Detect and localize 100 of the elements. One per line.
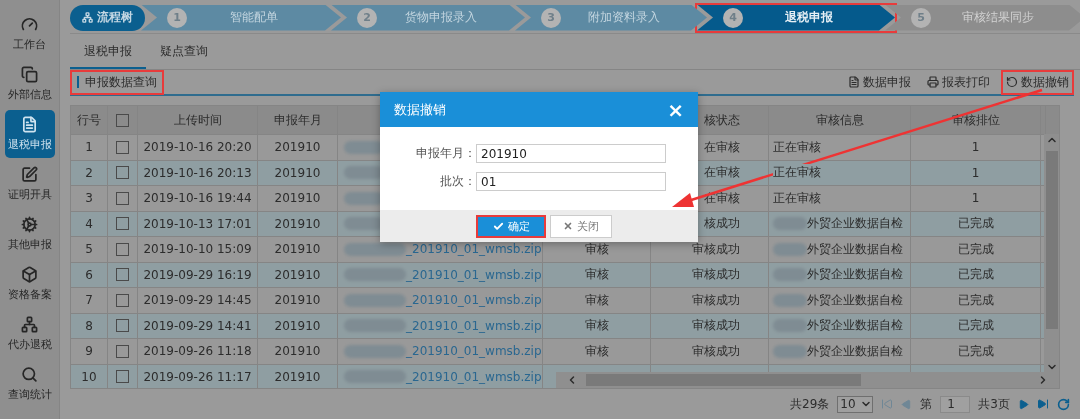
table-cell: 外贸企业数据自检 [807,266,903,284]
table-cell: 已完成 [957,266,994,284]
checkbox[interactable] [116,293,129,307]
edit-icon [21,166,38,183]
table-cell: 外贸企业数据自检 [807,240,903,258]
gear-icon [21,216,38,233]
page-label: 第 [920,395,933,413]
table-cell: 4 [85,216,93,231]
last-page-icon[interactable] [1037,398,1049,410]
sidebar-item[interactable]: 证明开具 [4,160,55,208]
table-cell: 201910 [274,344,321,359]
column-header: 审核排位 [951,111,1000,129]
table-cell: 201910 [274,242,321,257]
toolbar-button[interactable]: 报表打印 [922,69,995,95]
table-cell: 1 [85,140,93,155]
checkbox[interactable] [116,140,129,154]
page-count: 共3页 [978,395,1010,413]
close-button[interactable]: 关闭 [550,214,612,238]
checkbox[interactable] [116,191,129,205]
input-field[interactable]: 01 [476,172,666,191]
tab[interactable]: 疑点查询 [146,35,222,69]
printer-icon [927,76,939,88]
sidebar-item[interactable]: 查询统计 [4,360,55,408]
table-cell: 201910 [274,293,321,308]
table-cell: 9 [85,344,93,359]
table-cell: 1 [971,165,980,180]
checkbox[interactable] [116,370,129,384]
flow-tree-button[interactable]: 流程树 [70,4,145,31]
table-cell: 201910 [274,267,321,282]
checkbox[interactable] [116,166,129,180]
refresh-icon[interactable] [1057,397,1070,411]
table-cell: 审核 [584,266,609,284]
section-title: 申报数据查询 [70,69,164,95]
table-cell: 正在审核 [773,189,821,207]
table-cell: 审核成功 [692,317,740,335]
page-input[interactable]: 1 [940,395,971,413]
table-cell: 外贸企业数据自检 [807,317,903,335]
checkbox[interactable] [116,344,129,358]
table-cell: 5 [85,242,93,257]
close-icon [563,221,573,231]
windows-icon [21,66,38,83]
checkbox[interactable] [116,242,129,256]
table-cell: 10 [81,369,97,384]
table-cell: 201910 [274,165,321,180]
horizontal-scrollbar[interactable] [556,372,1059,388]
table-cell: 2019-10-13 17:01 [143,216,252,231]
table-cell: 外贸企业数据自检 [807,291,903,309]
table-cell: 审核成功 [692,240,740,258]
checkbox[interactable] [116,268,129,282]
checkbox[interactable] [116,319,129,333]
table-cell: 2019-09-29 16:19 [143,267,252,282]
undo-icon [1006,76,1018,88]
document-icon [848,76,860,88]
sidebar-item[interactable]: 代办退税 [4,310,55,358]
page-size-select[interactable]: 10 [837,395,874,413]
table-cell: 审核成功 [692,291,740,309]
next-page-icon[interactable] [1018,398,1029,410]
table-cell: 已完成 [957,317,994,335]
search-icon [21,366,38,383]
vertical-scrollbar[interactable] [1044,134,1059,373]
table-cell: 8 [85,318,93,333]
tab[interactable]: 退税申报 [70,35,146,69]
checkbox[interactable] [116,113,129,127]
table-cell: 201910 [274,191,321,206]
input-field[interactable]: 201910 [476,144,666,163]
table-cell: 1 [971,191,980,206]
table-cell: 正在审核 [773,138,821,156]
document-icon [21,116,38,133]
sidebar-item[interactable]: 工作台 [4,10,55,58]
column-header: 行号 [77,111,101,129]
table-cell: 1 [971,140,980,155]
flow-step[interactable]: 4 退税申报 [695,2,897,33]
table-cell: 2019-09-26 11:17 [143,369,252,384]
table-cell: 2019-09-26 11:18 [143,344,252,359]
table-cell: 审核 [584,291,609,309]
cube-icon [21,266,38,283]
table-cell: 审核 [584,317,609,335]
table-cell: 2019-09-29 14:41 [143,318,252,333]
checkbox[interactable] [116,217,129,231]
toolbar-button[interactable]: 数据撤销 [1001,69,1074,95]
table-cell: 在审核 [704,164,740,182]
table-cell: 审核 [584,342,609,360]
table-cell: 2019-10-16 20:13 [143,165,252,180]
column-header: 上传时间 [173,111,222,129]
sidebar-item[interactable]: 外部信息 [4,60,55,108]
sidebar-item[interactable]: 资格备案 [4,260,55,308]
table-cell: 外贸企业数据自检 [807,342,903,360]
table-cell: 外贸企业数据自检 [807,215,903,233]
table-cell: 审核成功 [692,342,740,360]
table-cell: 2 [85,165,93,180]
check-icon [492,220,504,232]
confirm-button[interactable]: 确定 [476,214,546,238]
table-cell: 2019-09-29 14:45 [143,293,252,308]
sidebar-item[interactable]: 其他申报 [4,210,55,258]
close-button[interactable]: × [667,99,684,120]
sidebar-item[interactable]: 退税申报 [4,110,55,158]
toolbar-button[interactable]: 数据申报 [843,69,916,95]
table-cell: 7 [85,293,93,308]
table-cell: 已完成 [957,291,994,309]
table-cell: 3 [85,191,93,206]
